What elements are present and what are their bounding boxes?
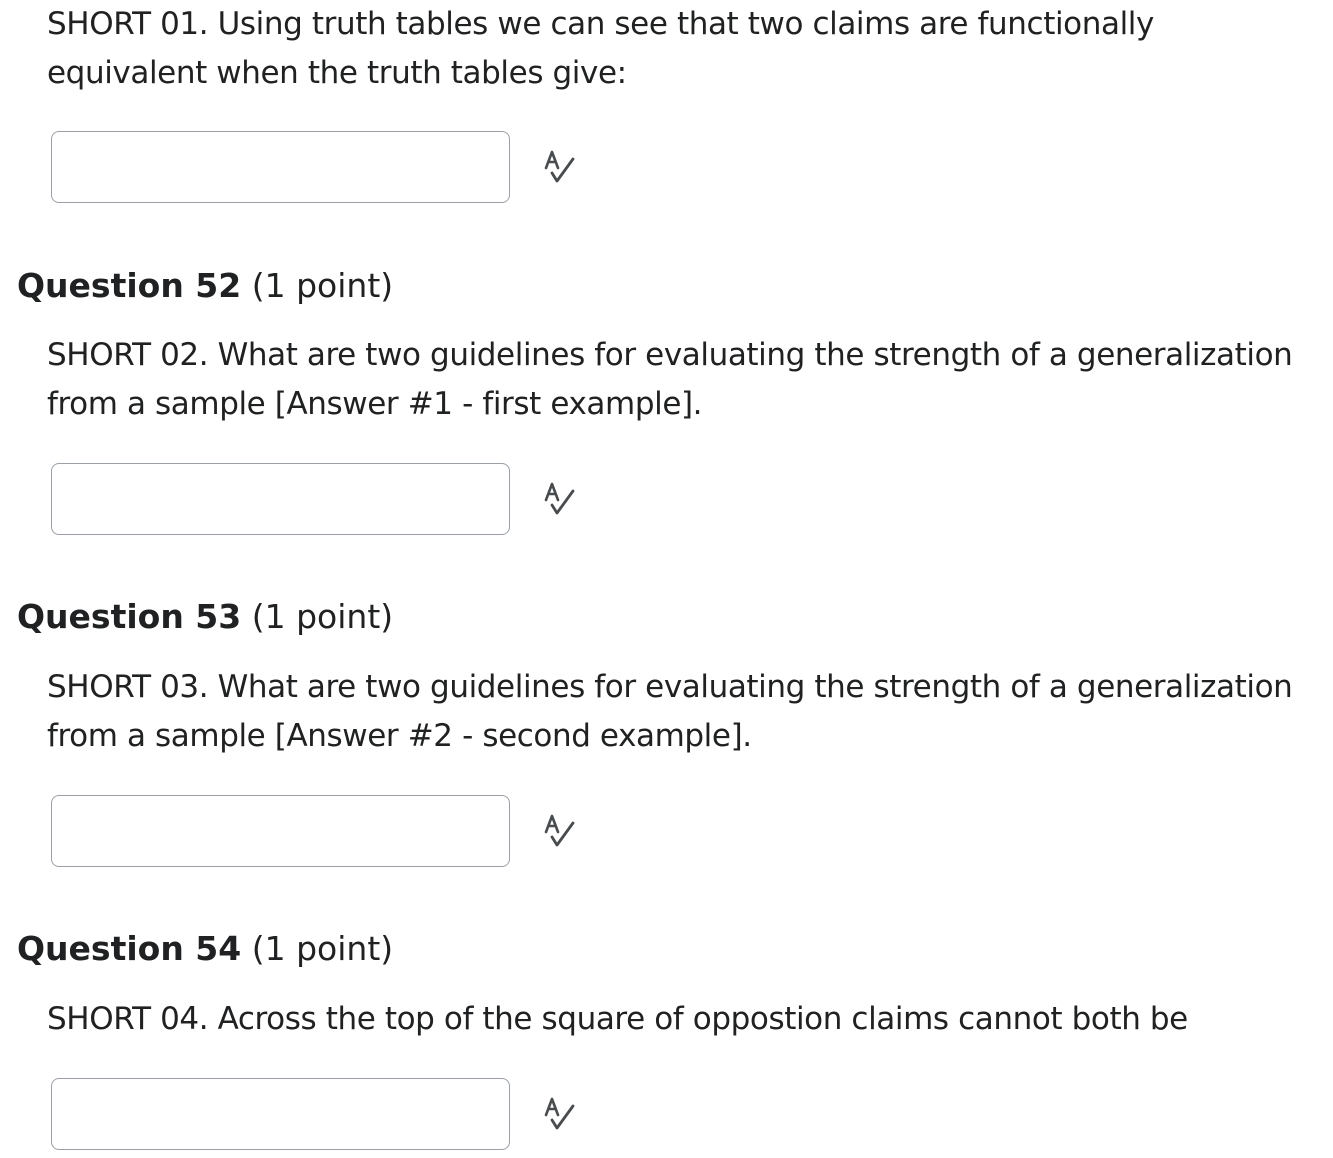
question-51-prompt: SHORT 01. Using truth tables we can see … [47, 6, 1154, 91]
spellcheck-icon [544, 150, 575, 183]
question-52-answer-input[interactable] [51, 463, 510, 535]
question-52-points: (1 point) [251, 266, 394, 305]
question-53-prompt: SHORT 03. What are two guidelines for ev… [47, 669, 1293, 754]
question-54-heading: Question 54 (1 point) [17, 929, 393, 969]
spellcheck-icon [544, 814, 575, 847]
question-53-spellcheck-button[interactable] [540, 811, 580, 851]
question-53-answer-input[interactable] [51, 795, 510, 867]
question-54-points: (1 point) [251, 929, 394, 968]
question-54-prompt: SHORT 04. Across the top of the square o… [47, 1001, 1188, 1037]
spellcheck-icon [544, 482, 575, 515]
question-52-prompt: SHORT 02. What are two guidelines for ev… [47, 337, 1293, 422]
spellcheck-icon [544, 1097, 575, 1130]
question-51-answer-input[interactable] [51, 131, 510, 203]
question-51-spellcheck-button[interactable] [540, 147, 580, 187]
quiz-page: SHORT 01. Using truth tables we can see … [0, 0, 1333, 1158]
question-53-heading: Question 53 (1 point) [17, 597, 393, 637]
question-52-title: Question 52 [17, 266, 242, 305]
question-54-title: Question 54 [17, 929, 242, 968]
question-54-answer-input[interactable] [51, 1078, 510, 1150]
question-52-heading: Question 52 (1 point) [17, 266, 393, 306]
question-52-spellcheck-button[interactable] [540, 479, 580, 519]
question-53-title: Question 53 [17, 597, 242, 636]
question-53-points: (1 point) [251, 597, 394, 636]
question-54-spellcheck-button[interactable] [540, 1094, 580, 1134]
